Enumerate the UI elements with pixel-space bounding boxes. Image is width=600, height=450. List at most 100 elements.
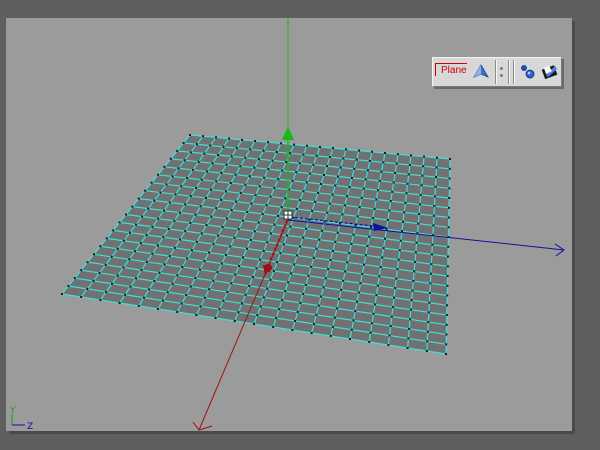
grid-vertex bbox=[151, 252, 154, 255]
grid-vertex bbox=[263, 176, 266, 179]
grid-vertex bbox=[173, 219, 176, 222]
grid-vertex bbox=[186, 257, 189, 260]
dots-menu-segment[interactable] bbox=[496, 60, 509, 84]
grid-vertex bbox=[369, 331, 372, 334]
grid-vertex bbox=[225, 163, 228, 166]
grid-vertex bbox=[244, 156, 247, 159]
grid-vertex bbox=[408, 163, 411, 166]
grid-vertex bbox=[409, 318, 412, 321]
grid-vertex bbox=[371, 217, 374, 220]
grid-vertex bbox=[151, 225, 154, 228]
grid-vertex bbox=[415, 241, 418, 244]
grid-vertex bbox=[80, 269, 83, 272]
grid-vertex bbox=[237, 311, 240, 314]
grid-vertex bbox=[299, 199, 302, 202]
grid-vertex bbox=[281, 169, 284, 172]
grid-vertex bbox=[334, 184, 337, 187]
grid-vertex bbox=[319, 146, 321, 148]
grid-vertex bbox=[195, 186, 198, 189]
grid-vertex bbox=[186, 177, 189, 180]
grid-vertex bbox=[346, 261, 349, 264]
grid-vertex bbox=[266, 287, 269, 290]
grid-vertex bbox=[161, 299, 164, 302]
grid-vertex bbox=[272, 269, 275, 272]
grid-vertex bbox=[212, 243, 215, 246]
grid-vertex bbox=[446, 294, 449, 297]
grid-vertex bbox=[407, 337, 410, 340]
grid-vertex bbox=[286, 234, 288, 237]
grid-vertex bbox=[430, 253, 433, 256]
render-tag-icon[interactable] bbox=[518, 62, 538, 82]
manipulator-y-handle[interactable] bbox=[282, 126, 294, 140]
grid-vertex bbox=[290, 272, 293, 275]
grid-vertex bbox=[339, 166, 342, 169]
grid-vertex bbox=[395, 162, 398, 165]
grid-vertex bbox=[248, 175, 251, 178]
grid-vertex bbox=[173, 246, 176, 249]
grid-vertex bbox=[212, 279, 215, 282]
grid-vertex bbox=[410, 154, 412, 157]
grid-vertex bbox=[86, 288, 89, 290]
grid-vertex bbox=[189, 195, 192, 198]
grid-vertex bbox=[313, 322, 315, 325]
grid-vertex bbox=[446, 265, 449, 268]
grid-vertex bbox=[189, 134, 191, 136]
grid-vertex bbox=[336, 307, 338, 310]
grid-vertex bbox=[137, 305, 140, 307]
grid-vertex bbox=[262, 296, 265, 299]
grid-vertex bbox=[215, 180, 218, 183]
grid-vertex bbox=[433, 205, 436, 208]
grid-vertex bbox=[285, 160, 288, 163]
plane-tag-icon[interactable] bbox=[471, 62, 491, 82]
grid-vertex bbox=[406, 182, 409, 185]
grid-vertex bbox=[394, 172, 397, 174]
manipulator-x-knob[interactable] bbox=[264, 264, 272, 272]
grid-vertex bbox=[271, 159, 274, 162]
grid-vertex bbox=[169, 157, 172, 160]
object-name-label[interactable]: Plane bbox=[435, 62, 467, 76]
grid-vertex bbox=[262, 249, 265, 252]
grid-vertex bbox=[203, 296, 206, 299]
grid-vertex bbox=[305, 181, 308, 184]
grid-vertex bbox=[317, 191, 320, 194]
dots-menu-icon[interactable] bbox=[500, 67, 504, 77]
object-name-segment[interactable]: Plane bbox=[433, 60, 496, 84]
grid-vertex bbox=[432, 214, 435, 217]
grid-vertex bbox=[435, 166, 438, 169]
grid-vertex bbox=[417, 222, 420, 225]
3d-viewport[interactable]: Plane Y Z bbox=[6, 18, 572, 431]
grid-vertex bbox=[128, 258, 131, 261]
grid-vertex bbox=[235, 200, 238, 203]
grid-vertex bbox=[314, 200, 317, 203]
grid-vertex bbox=[386, 218, 389, 221]
grid-vertex bbox=[183, 159, 186, 162]
grid-vertex bbox=[195, 143, 198, 146]
grid-vertex bbox=[153, 280, 156, 283]
grid-vertex bbox=[391, 306, 394, 309]
grid-vertex bbox=[380, 170, 383, 173]
grid-vertex bbox=[393, 296, 395, 299]
grid-vertex bbox=[197, 160, 200, 163]
grid-vertex bbox=[357, 291, 360, 294]
grid-vertex bbox=[445, 333, 448, 336]
grid-vertex bbox=[368, 160, 371, 162]
grid-vertex bbox=[73, 277, 76, 280]
grid-vertex bbox=[434, 185, 437, 188]
grid-vertex bbox=[304, 283, 307, 286]
texture-tag-icon[interactable] bbox=[540, 62, 560, 82]
grid-vertex bbox=[182, 142, 185, 144]
grid-vertex bbox=[251, 276, 254, 279]
grid-vertex bbox=[291, 329, 294, 331]
grid-vertex bbox=[309, 172, 312, 175]
grid-vertex bbox=[352, 319, 355, 322]
grid-vertex bbox=[145, 260, 148, 263]
grid-vertex bbox=[320, 295, 323, 298]
grid-vertex bbox=[395, 277, 398, 280]
grid-vertex bbox=[267, 141, 269, 144]
grid-vertex bbox=[345, 148, 347, 151]
grid-vertex bbox=[105, 237, 108, 240]
grid-vertex bbox=[244, 293, 247, 296]
grid-vertex bbox=[423, 155, 425, 158]
grid-vertex bbox=[222, 299, 225, 302]
grid-vertex bbox=[163, 263, 166, 266]
